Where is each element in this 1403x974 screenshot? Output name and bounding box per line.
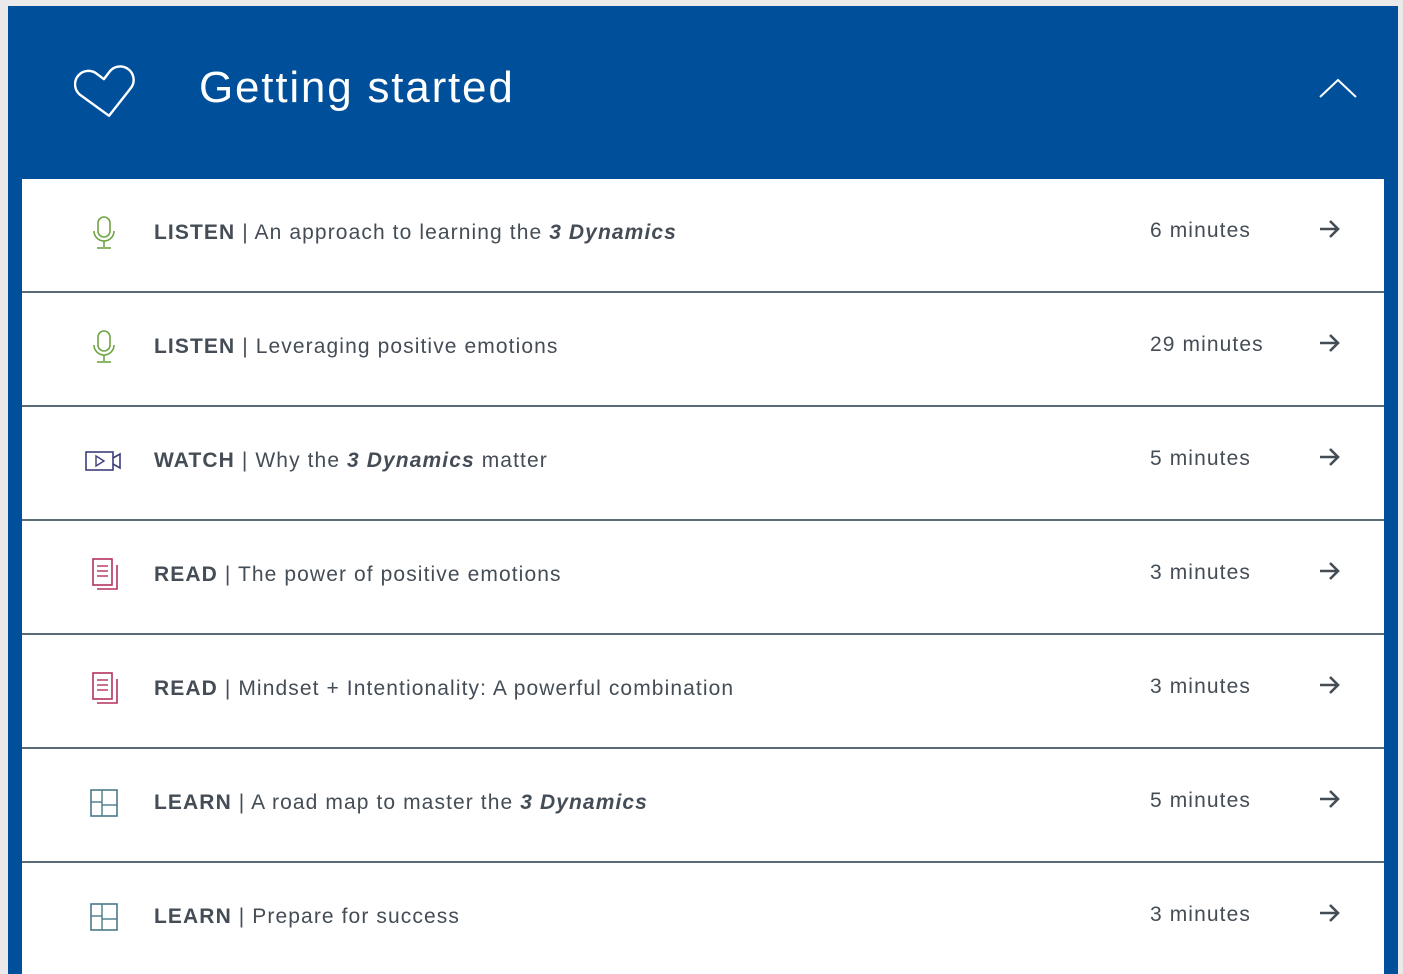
arrow-right-icon[interactable]: [1318, 218, 1342, 240]
list-item[interactable]: READ | Mindset + Intentionality: A power…: [22, 635, 1384, 749]
arrow-right-icon[interactable]: [1318, 902, 1342, 924]
item-duration: 5 minutes: [1150, 789, 1251, 812]
heart-icon: [74, 65, 135, 117]
arrow-right-icon[interactable]: [1318, 446, 1342, 468]
item-label: READ | Mindset + Intentionality: A power…: [154, 677, 735, 700]
video-camera-icon: [85, 451, 121, 471]
arrow-right-icon[interactable]: [1318, 560, 1342, 582]
document-icon: [92, 558, 118, 590]
accordion-header[interactable]: Getting started: [8, 6, 1398, 179]
item-duration: 3 minutes: [1150, 561, 1251, 584]
content-list: LISTEN | An approach to learning the 3 D…: [22, 179, 1384, 974]
arrow-right-icon[interactable]: [1318, 788, 1342, 810]
list-item[interactable]: LISTEN | An approach to learning the 3 D…: [22, 179, 1384, 293]
chevron-up-icon[interactable]: [1318, 76, 1358, 100]
item-label: LISTEN | An approach to learning the 3 D…: [154, 221, 677, 244]
item-duration: 5 minutes: [1150, 447, 1251, 470]
item-duration: 29 minutes: [1150, 333, 1264, 356]
item-duration: 3 minutes: [1150, 675, 1251, 698]
microphone-icon: [93, 216, 115, 249]
item-label: WATCH | Why the 3 Dynamics matter: [154, 449, 548, 472]
item-duration: 6 minutes: [1150, 219, 1251, 242]
item-label: LISTEN | Leveraging positive emotions: [154, 335, 559, 358]
item-label: LEARN | A road map to master the 3 Dynam…: [154, 791, 648, 814]
getting-started-accordion: Getting started LISTEN | An approach to …: [8, 6, 1398, 974]
arrow-right-icon[interactable]: [1318, 332, 1342, 354]
item-duration: 3 minutes: [1150, 903, 1251, 926]
layout-grid-icon: [90, 903, 118, 931]
arrow-right-icon[interactable]: [1318, 674, 1342, 696]
document-icon: [92, 672, 118, 704]
list-item[interactable]: WATCH | Why the 3 Dynamics matter 5 minu…: [22, 407, 1384, 521]
item-label: LEARN | Prepare for success: [154, 905, 460, 928]
layout-grid-icon: [90, 789, 118, 817]
section-title: Getting started: [199, 63, 515, 112]
list-item[interactable]: LISTEN | Leveraging positive emotions 29…: [22, 293, 1384, 407]
list-item[interactable]: LEARN | A road map to master the 3 Dynam…: [22, 749, 1384, 863]
microphone-icon: [93, 330, 115, 363]
item-label: READ | The power of positive emotions: [154, 563, 562, 586]
list-item[interactable]: READ | The power of positive emotions 3 …: [22, 521, 1384, 635]
list-item[interactable]: LEARN | Prepare for success 3 minutes: [22, 863, 1384, 974]
